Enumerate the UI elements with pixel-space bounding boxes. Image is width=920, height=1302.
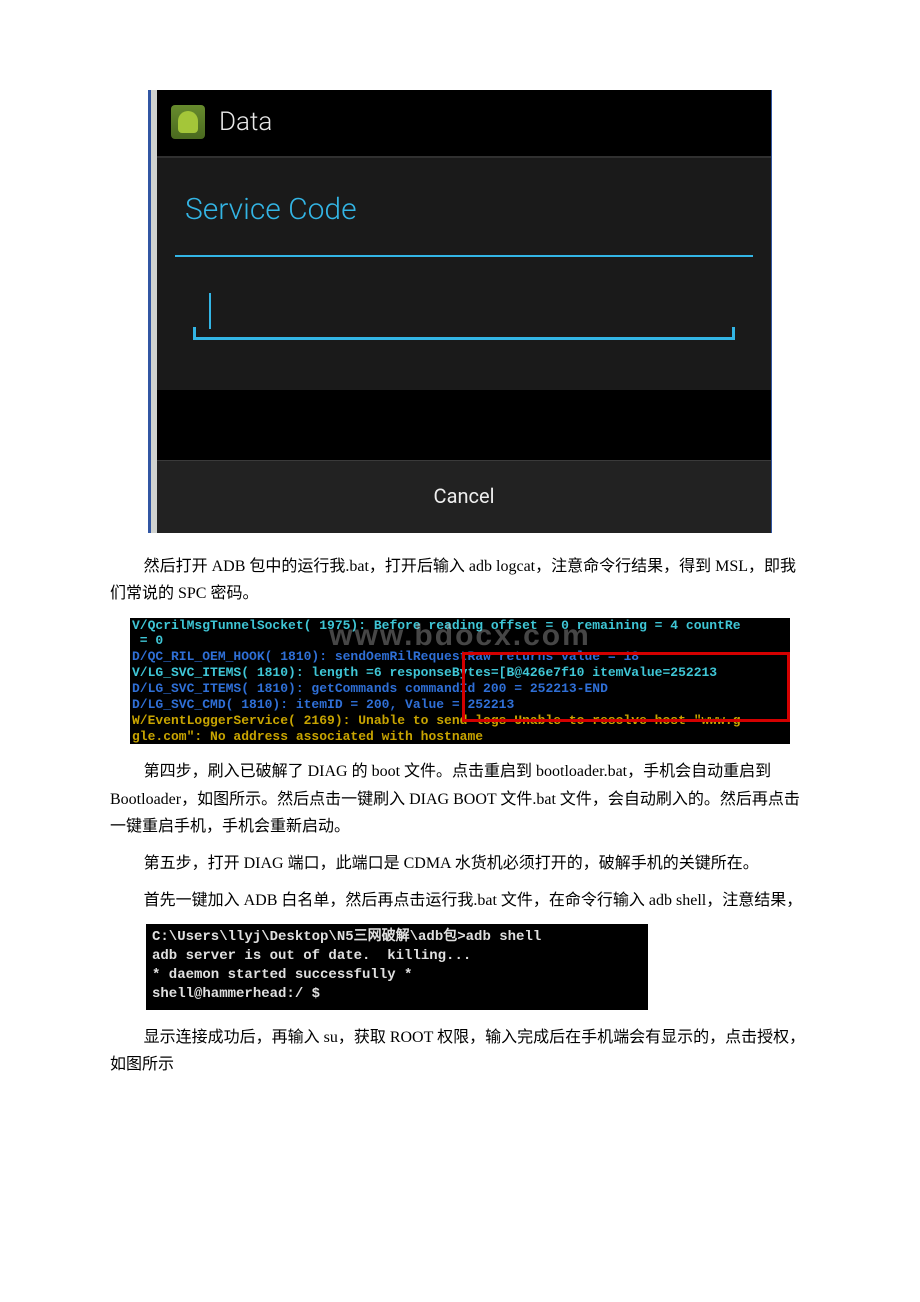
cancel-button[interactable]: Cancel xyxy=(157,460,771,533)
cmd-line: adb server is out of date. killing... xyxy=(152,947,642,966)
logcat-line: = 0 xyxy=(130,633,790,649)
cmd-line: C:\Users\llyj\Desktop\N5三网破解\adb包>adb sh… xyxy=(152,928,642,947)
logcat-screenshot: www.bdocx.com V/QcrilMsgTunnelSocket( 19… xyxy=(130,618,790,745)
paragraph-su-root: 显示连接成功后，再输入 su，获取 ROOT 权限，输入完成后在手机端会有显示的… xyxy=(110,1024,810,1078)
cmd-line: * daemon started successfully * xyxy=(152,966,642,985)
cmd-screenshot: C:\Users\llyj\Desktop\N5三网破解\adb包>adb sh… xyxy=(146,924,648,1010)
android-app-header: Data xyxy=(157,90,771,158)
logcat-line: D/LG_SVC_CMD( 1810): itemID = 200, Value… xyxy=(130,697,790,713)
paragraph-adb-whitelist: 首先一键加入 ADB 白名单，然后再点击运行我.bat 文件，在命令行输入 ad… xyxy=(110,887,810,914)
logcat-line: D/LG_SVC_ITEMS( 1810): getCommands comma… xyxy=(130,681,790,697)
logcat-line: V/QcrilMsgTunnelSocket( 1975): Before re… xyxy=(130,618,790,634)
dialog-title: Service Code xyxy=(157,158,771,255)
cmd-line: shell@hammerhead:/ $ xyxy=(152,985,642,1004)
logcat-line: V/LG_SVC_ITEMS( 1810): length =6 respons… xyxy=(130,665,790,681)
logcat-line: D/QC_RIL_OEM_HOOK( 1810): sendOemRilRequ… xyxy=(130,649,790,665)
service-code-input[interactable] xyxy=(193,287,735,340)
logcat-line: W/EventLoggerService( 2169): Unable to s… xyxy=(130,713,790,729)
text-cursor xyxy=(209,293,211,329)
paragraph-step4: 第四步，刷入已破解了 DIAG 的 boot 文件。点击重启到 bootload… xyxy=(110,758,810,840)
android-dialog-screenshot: Data Service Code Cancel xyxy=(148,90,772,533)
paragraph-step5: 第五步，打开 DIAG 端口，此端口是 CDMA 水货机必须打开的，破解手机的关… xyxy=(110,850,810,877)
android-app-icon xyxy=(171,105,205,139)
logcat-line: gle.com": No address associated with hos… xyxy=(130,729,790,745)
paragraph-adb-logcat: 然后打开 ADB 包中的运行我.bat，打开后输入 adb logcat，注意命… xyxy=(110,553,810,607)
android-app-title: Data xyxy=(219,100,272,144)
